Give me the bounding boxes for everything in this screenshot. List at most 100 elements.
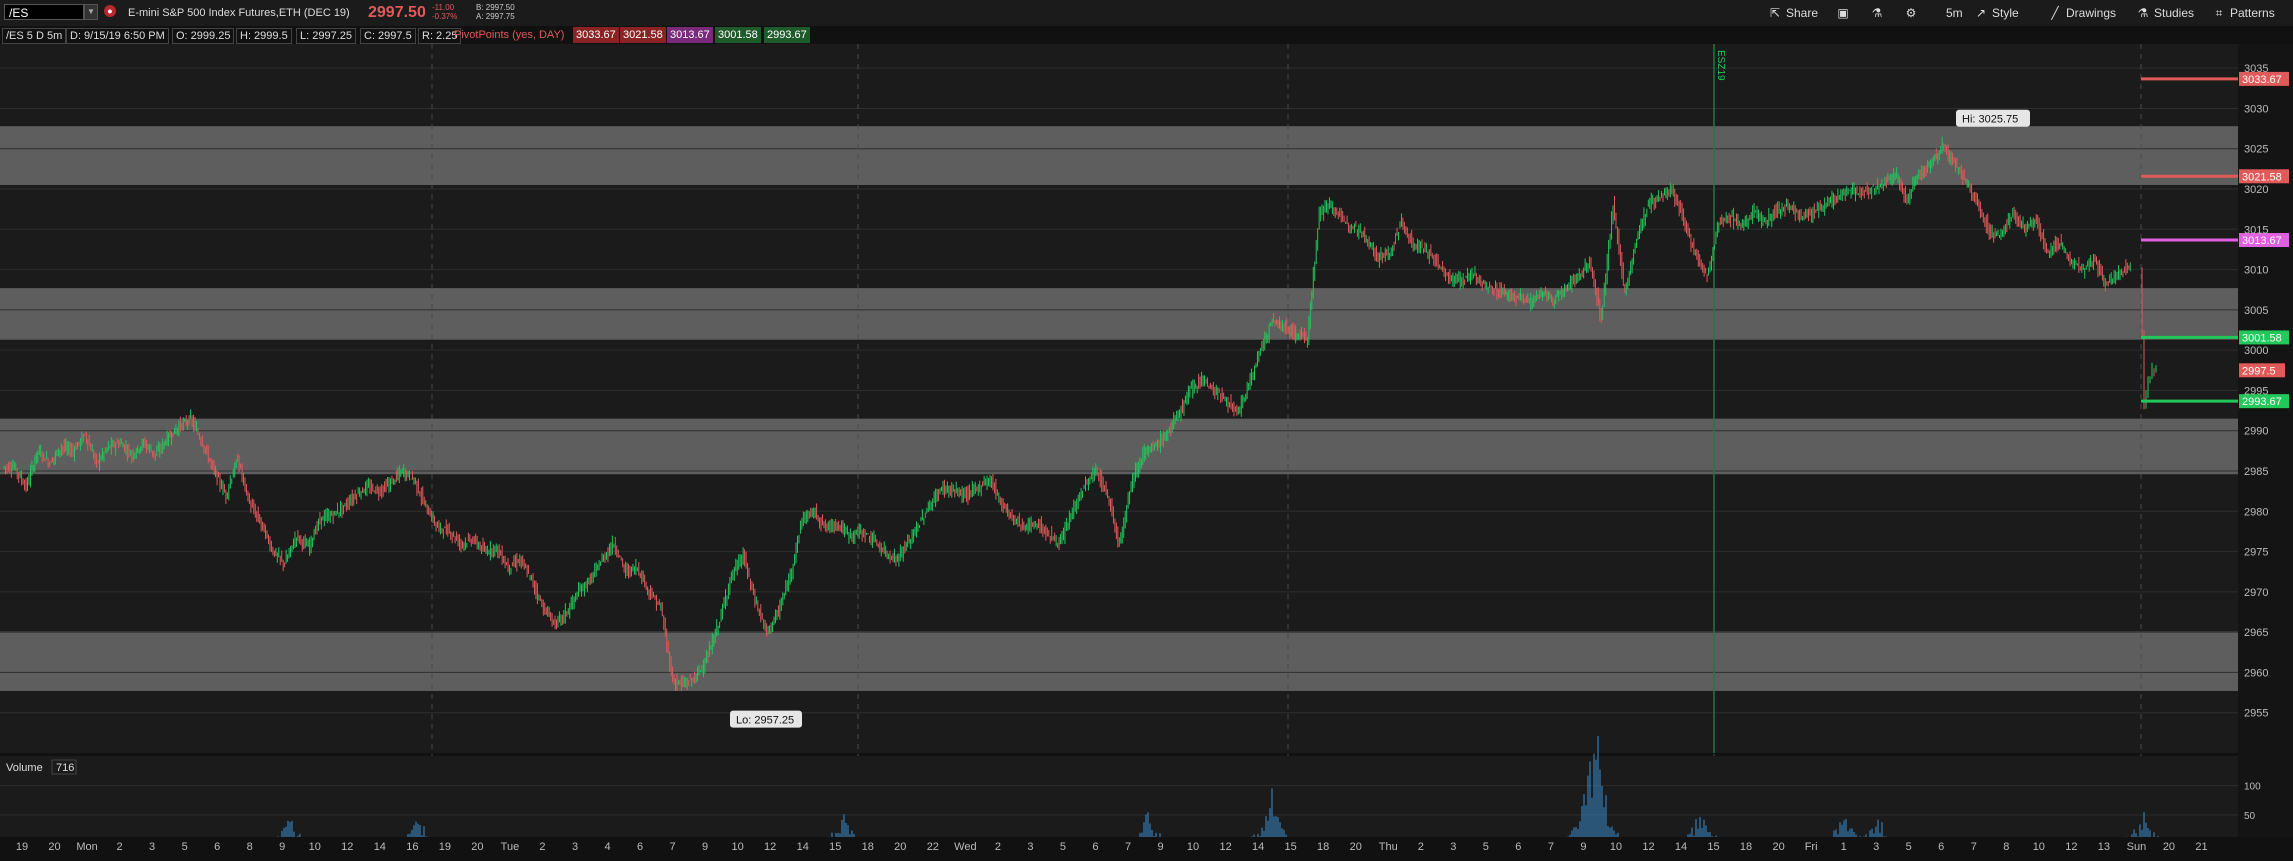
bar-low: L: 2997.25 <box>296 28 356 44</box>
time-axis: 19 20 Mon 2 3 5 6 8 9 10 12 14 16 19 20 Tue 2 3 4 6 7 9 10 12 14… <box>0 837 2293 861</box>
price-tick-label: 3030 <box>2244 103 2268 115</box>
time-tick-label: 13 <box>2098 841 2110 853</box>
instrument-description: E-mini S&P 500 Index Futures,ETH (DEC 19… <box>128 7 350 19</box>
price-tick-label: 2955 <box>2244 708 2268 720</box>
studies-button[interactable]: ⚗ Studies <box>2136 4 2194 22</box>
zone-band <box>0 418 2238 475</box>
time-tick-label: 15 <box>1285 841 1297 853</box>
price-tick-label: 3020 <box>2244 184 2268 196</box>
time-tick-label: 6 <box>1938 841 1944 853</box>
time-tick-label: 8 <box>2003 841 2009 853</box>
zone-band <box>0 288 2238 340</box>
alert-icon[interactable]: ● <box>104 5 116 17</box>
time-tick-label: 12 <box>1642 841 1654 853</box>
time-tick-label: 18 <box>862 841 874 853</box>
studies-label: Studies <box>2154 6 2195 20</box>
price-tick-label: 2980 <box>2244 506 2268 518</box>
time-tick-label: Wed <box>954 841 976 853</box>
volume-panel-bg <box>0 756 2238 848</box>
snapshot-button[interactable]: ▣ <box>1836 4 1854 22</box>
low-annotation-label: Lo: 2957.25 <box>736 715 794 727</box>
top-toolbar: /ES ▼ ● E-mini S&P 500 Index Futures,ETH… <box>0 0 2293 27</box>
pivot-s1-chip: 3001.58 <box>715 27 761 43</box>
pivot-study-label[interactable]: PivotPoints (yes, DAY) <box>454 28 564 42</box>
camera-icon: ▣ <box>1837 6 1849 20</box>
time-tick-label: 15 <box>1707 841 1719 853</box>
time-tick-label: 14 <box>374 841 386 853</box>
time-tick-label: 6 <box>1515 841 1521 853</box>
time-tick-label: 5 <box>1483 841 1489 853</box>
time-tick-label: 10 <box>732 841 744 853</box>
settings-button[interactable]: ⚙ <box>1904 4 1922 22</box>
time-tick-label: 3 <box>149 841 155 853</box>
time-tick-label: 7 <box>1548 841 1554 853</box>
pivot-tag-label: 3033.67 <box>2242 74 2282 86</box>
price-chart[interactable]: 3033.67 3021.58 3013.67 3001.58 2993.67 2997.… <box>0 44 2293 861</box>
price-tick-label: 2995 <box>2244 385 2268 397</box>
pct-change: -0.37% <box>432 12 458 21</box>
pivot-tag-label: 2993.67 <box>2242 396 2282 408</box>
drawings-button[interactable]: ╱ Drawings <box>2048 4 2116 22</box>
price-tick-label: 3010 <box>2244 265 2268 277</box>
time-tick-label: 5 <box>182 841 188 853</box>
time-tick-label: Tue <box>501 841 520 853</box>
price-tick-label: 3015 <box>2244 224 2268 236</box>
pencil-icon: ╱ <box>2051 6 2059 20</box>
bar-open: O: 2999.25 <box>172 28 235 44</box>
time-tick-label: 9 <box>702 841 708 853</box>
time-tick-label: 9 <box>1580 841 1586 853</box>
price-tick-label: 3025 <box>2244 144 2268 156</box>
time-tick-label: 20 <box>894 841 906 853</box>
flask-studies-icon: ⚗ <box>2137 6 2149 20</box>
time-tick-label: 12 <box>341 841 353 853</box>
expiry-label: ESZ19 <box>1715 50 1726 81</box>
time-tick-label: 21 <box>2195 841 2207 853</box>
gear-icon: ⚙ <box>1905 6 1917 20</box>
bar-close: C: 2997.5 <box>360 28 416 44</box>
timeframe-button[interactable]: 5m <box>1946 4 1963 22</box>
price-tick-label: 2990 <box>2244 426 2268 438</box>
flask-icon: ⚗ <box>1871 6 1883 20</box>
pivot-tag-label: 3021.58 <box>2242 171 2282 183</box>
volume-value: 716 <box>56 762 74 774</box>
time-tick-label: 14 <box>1675 841 1687 853</box>
volume-label: Volume <box>6 762 43 774</box>
share-button[interactable]: ⇱ Share <box>1768 4 1818 22</box>
time-tick-label: 2 <box>1418 841 1424 853</box>
time-tick-label: 20 <box>2163 841 2175 853</box>
time-tick-label: 3 <box>1027 841 1033 853</box>
zone-band <box>0 631 2238 691</box>
time-tick-label: 7 <box>670 841 676 853</box>
time-tick-label: 10 <box>1187 841 1199 853</box>
change-block: -11.00 -0.37% <box>432 3 457 21</box>
pivot-tag-label: 3013.67 <box>2242 235 2282 247</box>
bid-price: B: 2997.50 <box>476 3 515 12</box>
time-tick-label: 7 <box>1125 841 1131 853</box>
time-tick-label: 6 <box>214 841 220 853</box>
time-tick-label: 8 <box>247 841 253 853</box>
time-tick-label: Sun <box>2127 841 2147 853</box>
zone-band <box>0 126 2238 185</box>
pivot-s2-chip: 2993.67 <box>764 27 810 43</box>
time-tick-label: 10 <box>309 841 321 853</box>
style-button[interactable]: ↗ Style <box>1974 4 2019 22</box>
time-tick-label: 10 <box>2033 841 2045 853</box>
pivot-pp-chip: 3013.67 <box>667 27 713 43</box>
patterns-button[interactable]: ⌗ Patterns <box>2212 4 2275 22</box>
time-tick-label: 19 <box>16 841 28 853</box>
drawings-label: Drawings <box>2066 6 2117 20</box>
price-tick-label: 2985 <box>2244 466 2268 478</box>
time-tick-label: 3 <box>1450 841 1456 853</box>
symbol-input[interactable]: /ES <box>4 4 84 20</box>
flask-button[interactable]: ⚗ <box>1870 4 1888 22</box>
time-tick-label: 14 <box>1252 841 1264 853</box>
bar-date: D: 9/15/19 6:50 PM <box>66 28 169 44</box>
symbol-dropdown-icon[interactable]: ▼ <box>84 4 98 20</box>
time-tick-label: 12 <box>2065 841 2077 853</box>
price-tick-label: 2970 <box>2244 587 2268 599</box>
time-tick-label: Fri <box>1805 841 1818 853</box>
price-tick-label: 2960 <box>2244 667 2268 679</box>
last-price: 2997.50 <box>368 4 426 21</box>
last-price-tag-label: 2997.5 <box>2242 365 2276 377</box>
patterns-label: Patterns <box>2230 6 2275 20</box>
